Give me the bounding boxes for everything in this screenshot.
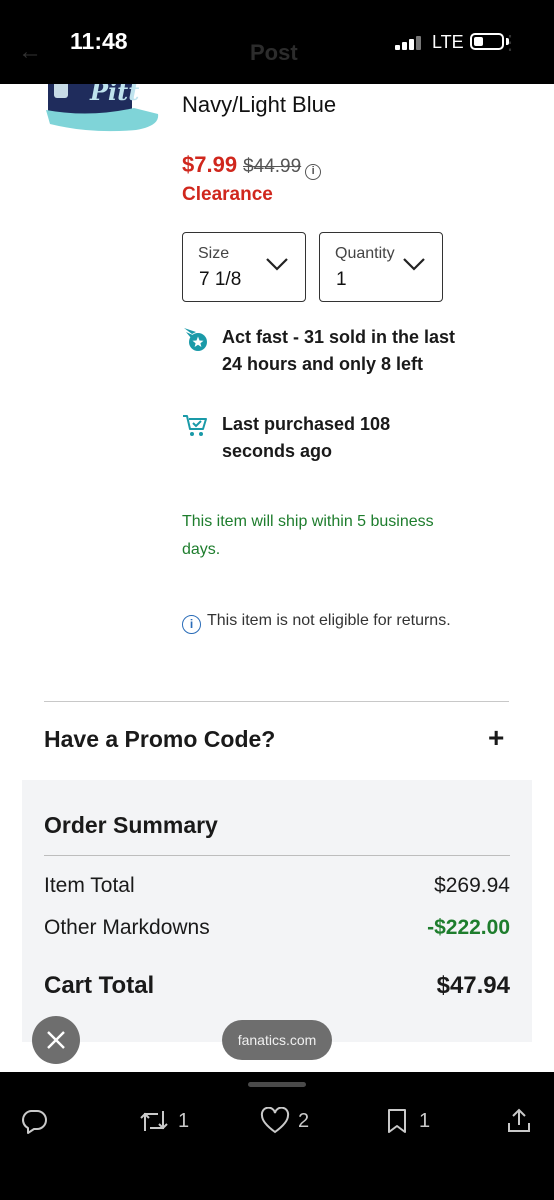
markdowns-value: -$222.00 — [427, 916, 510, 939]
signal-icon — [395, 36, 423, 50]
screenshot-content: Pitt Navy/Light Blue $7.99 $44.99 i Clea… — [0, 84, 554, 1072]
item-total-label: Item Total — [44, 874, 135, 897]
retweet-count: 1 — [178, 1109, 190, 1132]
size-value: 7 1/8 — [199, 269, 242, 290]
retweet-icon — [140, 1111, 168, 1131]
network-label: LTE — [432, 32, 464, 52]
post-title: Post — [250, 40, 298, 65]
product-variant: Navy/Light Blue — [182, 92, 337, 117]
urgency-sold-text: Act fast - 31 sold in the last 24 hours … — [222, 327, 456, 374]
price-row: $7.99 $44.99 i — [182, 152, 322, 180]
clearance-badge: Clearance — [182, 184, 273, 205]
quantity-select[interactable]: Quantity 1 — [319, 232, 443, 302]
sheet-handle[interactable] — [248, 1082, 306, 1087]
cart-total-row: Cart Total $47.94 — [44, 972, 510, 1000]
back-arrow-icon[interactable]: ← — [18, 38, 42, 66]
like-button[interactable]: 2 — [260, 1106, 309, 1136]
sale-price: $7.99 — [182, 152, 238, 177]
chevron-down-icon — [266, 258, 288, 271]
original-price: $44.99 — [243, 156, 302, 177]
cart-total-label: Cart Total — [44, 972, 155, 999]
status-bar: ← Post ⋮ 11:48 LTE — [0, 0, 554, 84]
info-icon: i — [182, 615, 201, 634]
svg-text:Pitt: Pitt — [89, 84, 139, 106]
site-url-pill[interactable]: fanatics.com — [222, 1020, 332, 1060]
product-cap-image[interactable]: Pitt — [40, 84, 162, 138]
chevron-down-icon — [403, 258, 425, 271]
close-icon — [47, 1031, 65, 1049]
share-button[interactable] — [505, 1106, 533, 1136]
markdowns-row: Other Markdowns -$222.00 — [44, 916, 510, 940]
returns-note: i This item is not eligible for returns. — [182, 608, 462, 634]
size-select[interactable]: Size 7 1/8 — [182, 232, 306, 302]
retweet-button[interactable]: 1 — [138, 1106, 189, 1136]
heart-icon — [260, 1107, 290, 1134]
bookmark-button[interactable]: 1 — [383, 1106, 430, 1136]
price-info-icon[interactable]: i — [305, 164, 322, 180]
size-label: Size — [198, 245, 230, 262]
cart-check-icon — [183, 415, 207, 436]
quantity-value: 1 — [336, 269, 347, 290]
divider — [44, 701, 509, 702]
summary-divider — [44, 855, 510, 856]
reply-icon — [22, 1110, 47, 1134]
urgency-purchased-text: Last purchased 108 seconds ago — [222, 414, 391, 461]
battery-icon — [470, 33, 504, 50]
cart-total-value: $47.94 — [436, 972, 510, 999]
quantity-label: Quantity — [335, 245, 395, 262]
shipping-note: This item will ship within 5 business da… — [182, 513, 434, 558]
like-count: 2 — [298, 1109, 310, 1132]
order-summary: Order Summary Item Total $269.94 Other M… — [22, 780, 532, 1042]
returns-text: This item is not eligible for returns. — [207, 612, 451, 629]
reply-button[interactable] — [20, 1106, 48, 1136]
close-button[interactable] — [32, 1016, 80, 1064]
share-icon — [508, 1108, 530, 1132]
plus-icon[interactable]: + — [488, 722, 504, 754]
order-summary-title: Order Summary — [44, 812, 218, 838]
promo-code-toggle[interactable]: Have a Promo Code? — [44, 726, 275, 753]
clock: 11:48 — [70, 28, 128, 54]
markdowns-label: Other Markdowns — [44, 916, 210, 939]
item-total-value: $269.94 — [434, 874, 510, 897]
bookmark-icon — [388, 1109, 406, 1133]
comet-star-icon — [184, 328, 207, 351]
bookmark-count: 1 — [419, 1109, 431, 1132]
item-total-row: Item Total $269.94 — [44, 874, 510, 898]
post-action-bar: 1 2 1 — [0, 1072, 554, 1200]
